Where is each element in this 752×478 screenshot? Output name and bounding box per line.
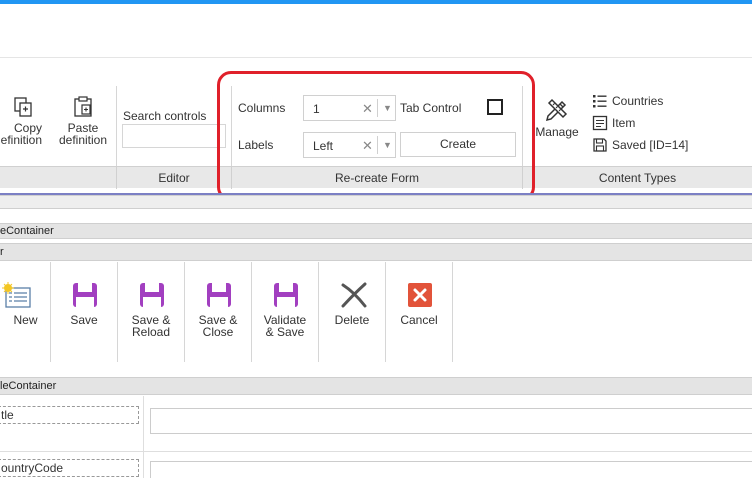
paste-definition-button[interactable]: Paste definition [56, 96, 110, 146]
item-form-icon [592, 115, 608, 131]
saved-label: Saved [ID=14] [612, 138, 689, 152]
container-band: eContainer [0, 223, 752, 239]
validate-save-label-2: & Save [265, 325, 305, 339]
countries-label: Countries [612, 94, 664, 108]
field-label-title[interactable]: tle [0, 406, 139, 424]
cancel-button[interactable]: Cancel [386, 262, 453, 362]
column-divider [143, 396, 144, 452]
save-button[interactable]: Save [51, 262, 118, 362]
toolbar-band-label: r [0, 246, 4, 258]
save-label: Save [70, 313, 98, 327]
save-close-button[interactable]: Save & Close [185, 262, 252, 362]
item-label: Item [612, 116, 636, 130]
empty-band [0, 195, 752, 209]
clear-icon[interactable]: ✕ [362, 138, 373, 154]
combo-divider [377, 99, 378, 117]
save-reload-label-2: Reload [131, 325, 171, 339]
new-document-icon [2, 282, 31, 308]
list-icon [593, 95, 607, 108]
labels-combobox[interactable]: Left ✕ ▼ [303, 132, 396, 158]
container-label-2: leContainer [0, 380, 57, 392]
dropdown-arrow-icon[interactable]: ▼ [383, 140, 392, 150]
delete-label: Delete [334, 313, 370, 327]
manage-button[interactable]: Manage [533, 96, 581, 138]
ribbon-group-labels: Editor Re-create Form Content Types [0, 166, 752, 189]
form-row-countrycode: ountryCode [0, 452, 752, 478]
save-icon [140, 283, 164, 307]
search-controls-input[interactable] [122, 124, 226, 148]
create-button[interactable]: Create [400, 132, 516, 157]
columns-label: Columns [238, 101, 286, 115]
field-label-countrycode[interactable]: ountryCode [0, 459, 139, 477]
save-close-label-2: Close [202, 325, 234, 339]
copy-icon [14, 97, 32, 117]
columns-combobox[interactable]: 1 ✕ ▼ [303, 95, 396, 121]
title-input[interactable] [150, 408, 752, 434]
cancel-icon [408, 283, 432, 307]
recreate-form-group-label: Re-create Form [231, 167, 522, 189]
floppy-disk-icon [593, 138, 607, 152]
pencil-ruler-icon [545, 98, 568, 122]
manage-label: Manage [535, 125, 579, 139]
labels-label: Labels [238, 138, 274, 152]
container-label: eContainer [0, 225, 54, 237]
countrycode-input[interactable] [150, 461, 752, 478]
save-icon [73, 283, 97, 307]
save-reload-button[interactable]: Save & Reload [118, 262, 185, 362]
validate-save-button[interactable]: Validate & Save [252, 262, 319, 362]
tab-control-checkbox[interactable] [487, 99, 503, 115]
labels-value: Left [313, 139, 334, 153]
tab-control-label: Tab Control [400, 101, 462, 115]
combo-divider [377, 136, 378, 154]
clear-icon[interactable]: ✕ [362, 101, 373, 117]
search-controls-label: Search controls [123, 109, 207, 123]
paste-definition-label-2: definition [58, 133, 108, 147]
column-divider [143, 452, 144, 478]
header-area [0, 4, 752, 58]
dropdown-arrow-icon[interactable]: ▼ [383, 103, 392, 113]
copy-definition-button[interactable]: Copy definition [0, 96, 46, 146]
new-label: New [13, 313, 38, 327]
cancel-label: Cancel [400, 313, 438, 327]
paste-icon [74, 96, 92, 117]
editor-group-label: Editor [116, 167, 231, 189]
delete-x-icon [341, 282, 367, 308]
copy-definition-label-2: definition [0, 133, 43, 147]
columns-value: 1 [313, 102, 320, 116]
toolbar-band: r [0, 243, 752, 261]
delete-button[interactable]: Delete [319, 262, 386, 362]
container-band-2: leContainer [0, 377, 752, 395]
save-icon [207, 283, 231, 307]
save-icon [274, 283, 298, 307]
content-types-group-label: Content Types [522, 167, 752, 189]
form-row-title: tle [0, 396, 752, 452]
new-button[interactable]: New [0, 262, 51, 362]
